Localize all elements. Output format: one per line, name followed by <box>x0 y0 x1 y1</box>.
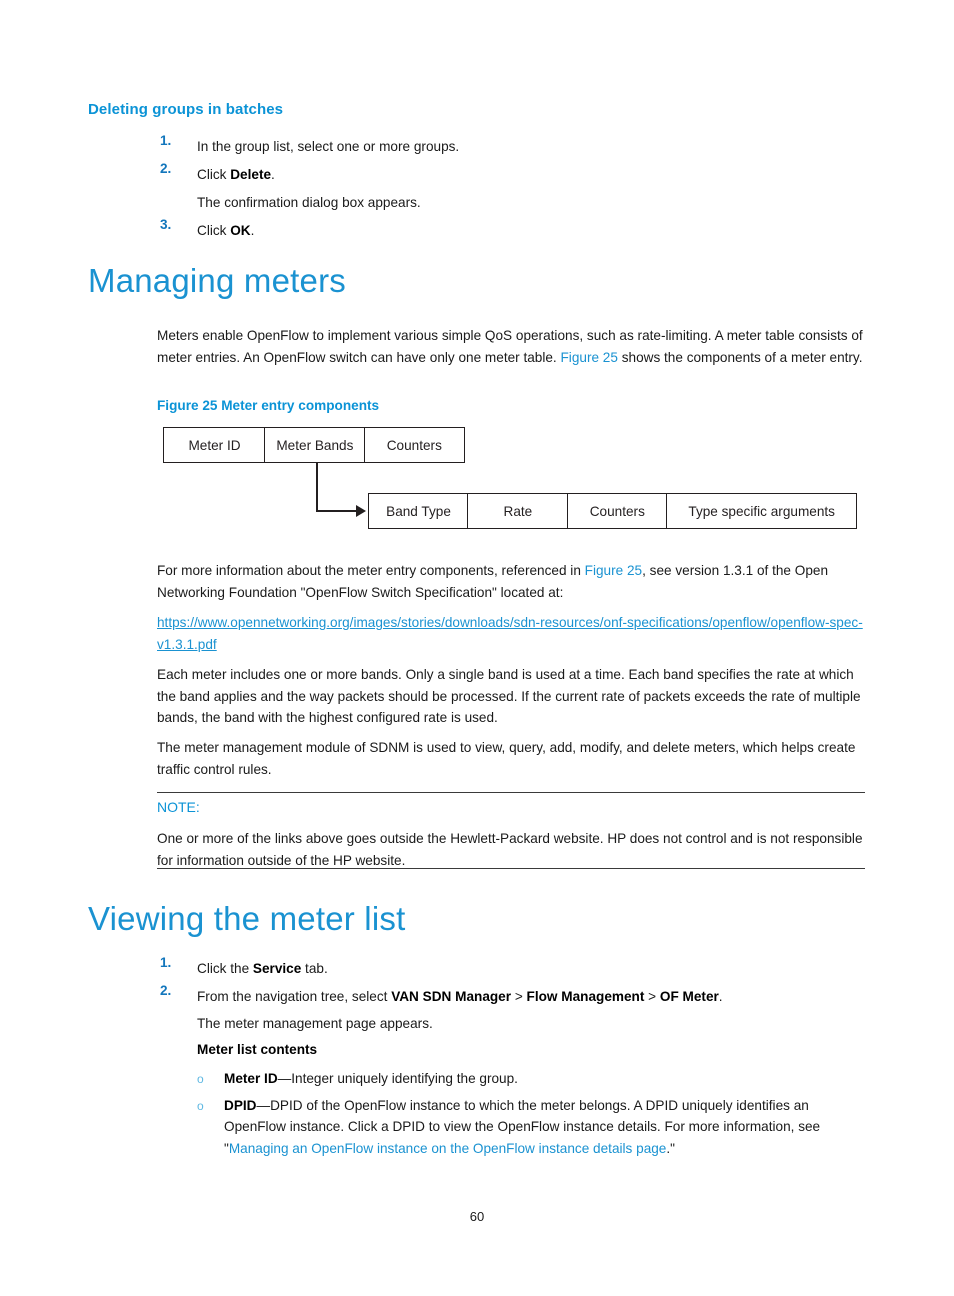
ui-label-delete: Delete <box>230 167 272 182</box>
paragraph-more-information: For more information about the meter ent… <box>157 560 865 603</box>
diagram-cell-meter-id: Meter ID <box>163 427 266 463</box>
list-number: 2. <box>160 983 172 998</box>
list-text: Meter ID—Integer uniquely identifying th… <box>224 1068 865 1090</box>
note-label: NOTE: <box>157 799 200 815</box>
diagram-cell-type-specific-arguments: Type specific arguments <box>666 493 858 529</box>
list-item: 1. In the group list, select one or more… <box>160 133 860 161</box>
field-label-meter-id: Meter ID <box>224 1071 278 1086</box>
list-item: 2. From the navigation tree, select VAN … <box>160 983 870 1011</box>
paragraph-meter-management-module: The meter management module of SDNM is u… <box>157 740 856 777</box>
list-number: 1. <box>160 133 172 148</box>
list-number: 3. <box>160 217 172 232</box>
text-prefix: Click the <box>197 961 253 976</box>
ui-tab-service: Service <box>252 961 302 976</box>
page-title-managing-meters: Managing meters <box>88 262 346 299</box>
page-title-viewing-the-meter-list: Viewing the meter list <box>88 900 406 937</box>
cross-reference-figure-25[interactable]: Figure 25 <box>561 350 618 365</box>
ui-label-ok: OK <box>230 223 251 238</box>
list-number: 2. <box>160 161 172 176</box>
list-text: In the group list, select one or more gr… <box>197 139 460 154</box>
list-text: DPID—DPID of the OpenFlow instance to wh… <box>224 1095 865 1160</box>
list-text: Click Delete. <box>197 161 860 189</box>
text-suffix: . <box>271 167 275 182</box>
text-suffix: . <box>250 223 255 238</box>
paragraph-bands: Each meter includes one or more bands. O… <box>157 667 861 725</box>
cross-reference-figure-25-2[interactable]: Figure 25 <box>585 563 642 578</box>
paragraph-text-end: shows the components of a meter entry. <box>617 349 863 365</box>
meter-list-contents-bullets: o Meter ID—Integer uniquely identifying … <box>197 1068 865 1164</box>
field-description: —Integer uniquely identifying the group. <box>277 1071 518 1086</box>
list-text: Click the Service tab. <box>197 955 870 983</box>
field-label-dpid: DPID <box>224 1097 257 1113</box>
link-openflow-spec-pdf[interactable]: https://www.opennetworking.org/images/st… <box>157 615 863 652</box>
figure-caption-25: Figure 25 Meter entry components <box>157 398 380 413</box>
list-text: From the navigation tree, select VAN SDN… <box>197 983 870 1011</box>
note-text: One or more of the links above goes outs… <box>157 831 863 868</box>
list-item-note: The confirmation dialog box appears. <box>160 189 860 217</box>
subheading-meter-list-contents: Meter list contents <box>197 1042 318 1057</box>
diagram-cell-counters-top: Counters <box>363 427 465 463</box>
page-number: 60 <box>469 1209 485 1224</box>
diagram-arrowhead-icon <box>356 504 366 517</box>
heading-deleting-groups-in-batches: Deleting groups in batches <box>88 101 284 118</box>
text-prefix: Click <box>197 167 231 182</box>
bullet-circle-icon: o <box>197 1072 204 1086</box>
list-number: 1. <box>160 955 172 970</box>
note-divider-top <box>157 792 865 793</box>
link-managing-openflow-instance[interactable]: Managing an OpenFlow instance on the Ope… <box>229 1141 667 1156</box>
nav-separator: > <box>644 989 660 1004</box>
text-suffix: tab. <box>301 961 328 976</box>
deleting-groups-steps: 1. In the group list, select one or more… <box>160 133 860 245</box>
field-description-end: ." <box>666 1140 675 1156</box>
paragraph-meters-intro: Meters enable OpenFlow to implement vari… <box>157 325 865 368</box>
paragraph-text: For more information about the meter ent… <box>157 563 585 578</box>
list-subtext: The confirmation dialog box appears. <box>197 195 421 210</box>
diagram-connector-vertical <box>316 462 318 511</box>
nav-separator: > <box>511 989 527 1004</box>
bullet-circle-icon: o <box>197 1098 204 1113</box>
nav-van-sdn-manager: VAN SDN Manager <box>391 989 512 1004</box>
list-item: 1. Click the Service tab. <box>160 955 870 983</box>
list-item: 2. Click Delete. <box>160 161 860 189</box>
nav-flow-management: Flow Management <box>526 989 645 1004</box>
list-text: Click OK. <box>197 217 860 245</box>
document-page: Deleting groups in batches 1. In the gro… <box>0 0 954 1296</box>
external-url-block: https://www.opennetworking.org/images/st… <box>157 612 865 656</box>
nav-of-meter: OF Meter <box>659 989 719 1004</box>
viewing-meter-list-steps: 1. Click the Service tab. 2. From the na… <box>160 955 870 1011</box>
diagram-cell-counters-bottom: Counters <box>566 493 668 529</box>
diagram-connector-horizontal <box>316 509 358 512</box>
diagram-cell-band-type: Band Type <box>368 493 469 529</box>
note-divider-bottom <box>157 868 865 869</box>
list-item: 3. Click OK. <box>160 217 860 245</box>
text-prefix: From the navigation tree, select <box>197 989 392 1004</box>
diagram-cell-rate: Rate <box>467 493 569 529</box>
text-prefix: Click <box>197 223 231 238</box>
list-item: o Meter ID—Integer uniquely identifying … <box>197 1068 865 1090</box>
list-item: o DPID—DPID of the OpenFlow instance to … <box>197 1095 865 1160</box>
text-suffix: . <box>718 989 723 1004</box>
meter-management-page-note: The meter management page appears. <box>197 1016 433 1031</box>
diagram-cell-meter-bands: Meter Bands <box>264 427 366 463</box>
